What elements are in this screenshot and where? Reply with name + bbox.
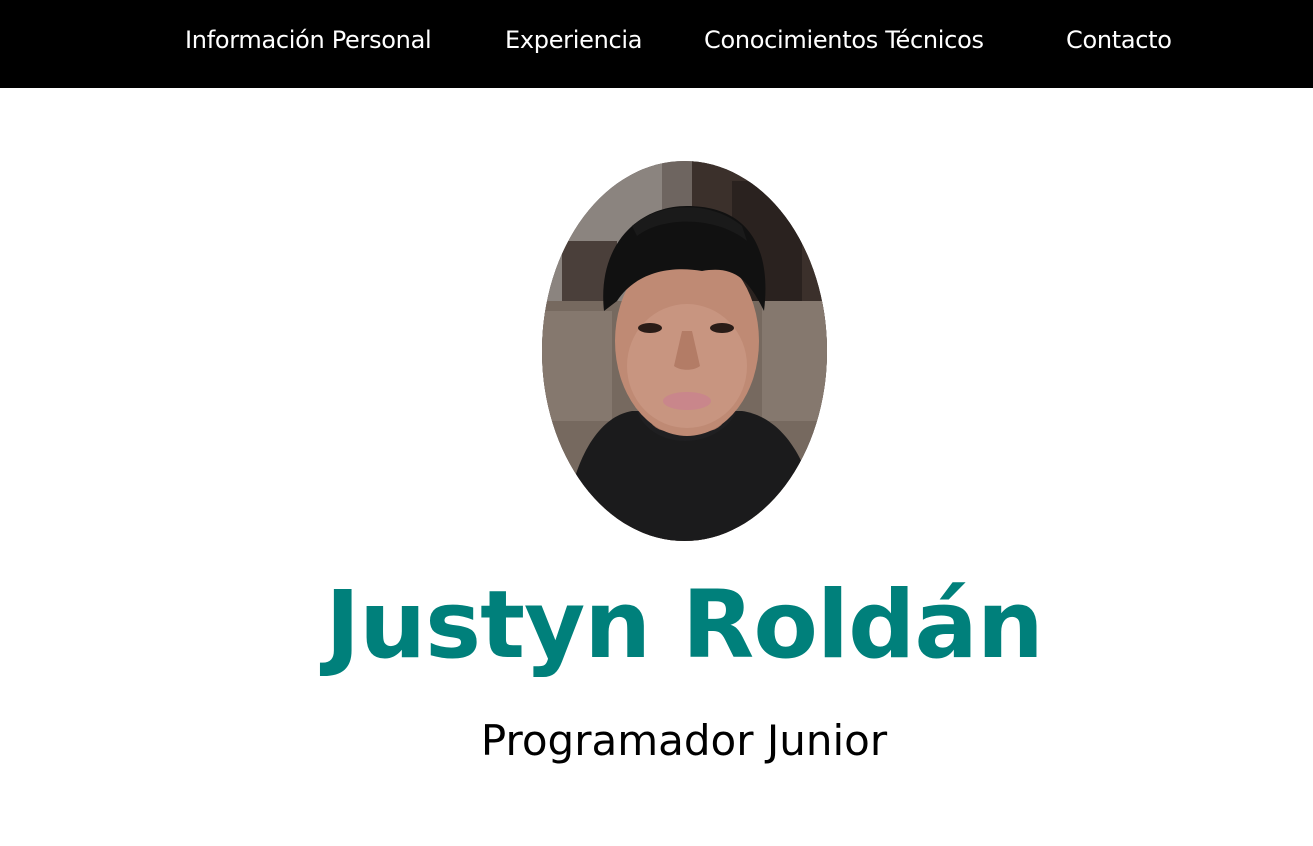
nav-link-contacto[interactable]: Contacto (1066, 24, 1172, 56)
nav-link-informacion-personal[interactable]: Información Personal (185, 24, 432, 56)
profile-photo-illustration (542, 161, 827, 541)
nav-link-experiencia[interactable]: Experiencia (505, 24, 642, 56)
profile-title: Programador Junior (480, 716, 888, 765)
hero-section: Justyn Roldán Programador Junior (0, 88, 1313, 846)
top-navigation: Información Personal Experiencia Conocim… (0, 0, 1313, 88)
profile-name: Justyn Roldán (325, 571, 1044, 680)
profile-photo (542, 161, 827, 541)
nav-link-conocimientos-tecnicos[interactable]: Conocimientos Técnicos (704, 24, 984, 56)
